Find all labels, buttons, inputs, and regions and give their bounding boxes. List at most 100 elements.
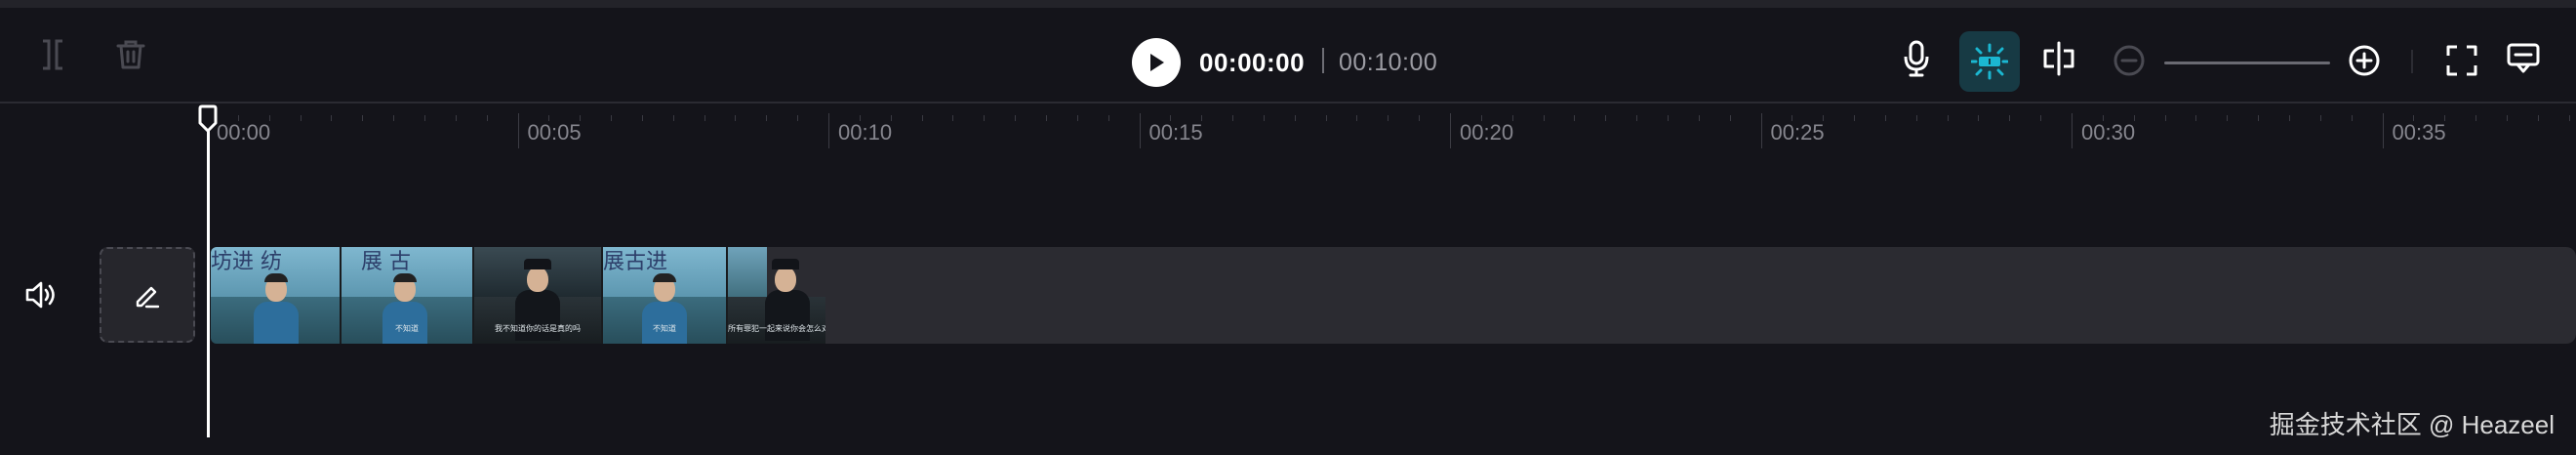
ruler-minor-tick: [2009, 115, 2011, 121]
ruler-minor-tick: [2102, 115, 2104, 121]
trash-icon[interactable]: [111, 35, 150, 74]
ruler-minor-tick: [2040, 115, 2042, 121]
ruler-minor-tick: [1915, 115, 1917, 121]
track-volume-button[interactable]: [21, 277, 60, 312]
ruler-minor-tick: [1698, 115, 1700, 121]
ruler-minor-tick: [393, 115, 395, 121]
ruler-minor-tick: [1325, 115, 1327, 121]
ruler-minor-tick: [237, 115, 239, 121]
ruler-major-tick: [828, 113, 829, 148]
ruler-label: 00:00: [217, 120, 271, 145]
ruler-minor-tick: [2413, 115, 2415, 121]
ruler-major-tick: [517, 113, 519, 148]
ruler-minor-tick: [331, 115, 333, 121]
ruler-minor-tick: [2351, 115, 2353, 121]
zoom-out-icon[interactable]: [2110, 41, 2149, 80]
fullscreen-icon[interactable]: [2442, 41, 2481, 80]
ruler-major-tick: [2072, 113, 2073, 148]
ruler-minor-tick: [1636, 115, 1638, 121]
ruler-label: 00:05: [527, 120, 582, 145]
pencil-icon: [136, 286, 160, 309]
ruler-minor-tick: [2258, 115, 2260, 121]
ruler-minor-tick: [1076, 115, 1078, 121]
ruler-minor-tick: [1294, 115, 1296, 121]
ruler-minor-tick: [641, 115, 643, 121]
ruler-minor-tick: [2133, 115, 2135, 121]
ruler-minor-tick: [423, 115, 425, 121]
snap-icon: [1971, 43, 2008, 80]
ruler-minor-tick: [1232, 115, 1234, 121]
split-screen-icon[interactable]: [2039, 37, 2078, 80]
ruler-minor-tick: [1511, 115, 1513, 121]
ruler-minor-tick: [1667, 115, 1669, 121]
ruler-minor-tick: [1201, 115, 1203, 121]
ruler-minor-tick: [1884, 115, 1886, 121]
ruler-minor-tick: [580, 115, 582, 121]
split-icon[interactable]: [35, 35, 70, 74]
ruler-minor-tick: [1605, 115, 1607, 121]
ruler-minor-tick: [1388, 115, 1389, 121]
comment-icon[interactable]: [2504, 37, 2543, 80]
timeline-toolbar: 00:00:00 00:10:00: [0, 8, 2576, 103]
ruler-minor-tick: [1729, 115, 1731, 121]
ruler-minor-tick: [2475, 115, 2477, 121]
watermark: 掘金技术社区 @ Heazeel: [2269, 410, 2555, 439]
play-icon: [1150, 54, 1164, 71]
ruler-minor-tick: [1419, 115, 1421, 121]
current-time: 00:00:00: [1199, 48, 1306, 77]
ruler-label: 00:30: [2081, 120, 2136, 145]
ruler-minor-tick: [1263, 115, 1265, 121]
clip-frame: 坊进 纺: [211, 247, 340, 344]
ruler-minor-tick: [362, 115, 364, 121]
ruler-minor-tick: [611, 115, 613, 121]
ruler-minor-tick: [2195, 115, 2197, 121]
ruler-label: 00:35: [2392, 120, 2446, 145]
ruler-major-tick: [1139, 113, 1141, 148]
playhead[interactable]: [207, 127, 210, 437]
video-clip[interactable]: 坊进 纺 展 古 不知道 我不知道你的话是真的吗 展古进 不知道 所有罪犯一起来: [211, 247, 825, 344]
ruler-minor-tick: [268, 115, 270, 121]
playhead-handle[interactable]: [197, 104, 219, 134]
zoom-in-icon[interactable]: [2345, 41, 2384, 80]
ruler-minor-tick: [548, 115, 550, 121]
ruler-minor-tick: [890, 115, 892, 121]
ruler-minor-tick: [2164, 115, 2166, 121]
ruler-minor-tick: [704, 115, 705, 121]
ruler-minor-tick: [921, 115, 923, 121]
toolbar-divider: [2411, 50, 2413, 73]
ruler-minor-tick: [952, 115, 954, 121]
top-strip: [0, 0, 2576, 8]
clip-frame: 展 古 不知道: [342, 247, 472, 344]
zoom-slider[interactable]: [2164, 62, 2330, 64]
ruler-minor-tick: [455, 115, 457, 121]
snap-toggle-button[interactable]: [1959, 31, 2020, 92]
edit-cover-button[interactable]: [100, 247, 195, 343]
ruler-minor-tick: [1045, 115, 1047, 121]
time-ruler[interactable]: 00:00 00:05 00:10 00:15 00:20 00:25 00:30 00:35: [0, 103, 2576, 148]
ruler-minor-tick: [2444, 115, 2446, 121]
microphone-icon[interactable]: [1899, 37, 1934, 80]
ruler-minor-tick: [984, 115, 986, 121]
play-button[interactable]: [1132, 38, 1181, 87]
ruler-minor-tick: [1543, 115, 1545, 121]
ruler-major-tick: [1760, 113, 1762, 148]
ruler-minor-tick: [1978, 115, 1980, 121]
ruler-label: 00:20: [1460, 120, 1514, 145]
ruler-label: 00:15: [1148, 120, 1203, 145]
ruler-minor-tick: [2319, 115, 2321, 121]
ruler-minor-tick: [2537, 115, 2539, 121]
ruler-minor-tick: [672, 115, 674, 121]
ruler-minor-tick: [300, 115, 302, 121]
ruler-minor-tick: [1574, 115, 1576, 121]
ruler-minor-tick: [1015, 115, 1017, 121]
ruler-minor-tick: [1947, 115, 1949, 121]
ruler-minor-tick: [1480, 115, 1482, 121]
total-time: 00:10:00: [1339, 49, 1438, 76]
clip-frame: 我不知道你的话是真的吗: [474, 247, 601, 344]
ruler-minor-tick: [1356, 115, 1358, 121]
ruler-label: 00:10: [838, 120, 893, 145]
ruler-minor-tick: [1823, 115, 1825, 121]
ruler-minor-tick: [1854, 115, 1856, 121]
ruler-minor-tick: [2506, 115, 2508, 121]
time-separator: [1322, 48, 1324, 73]
